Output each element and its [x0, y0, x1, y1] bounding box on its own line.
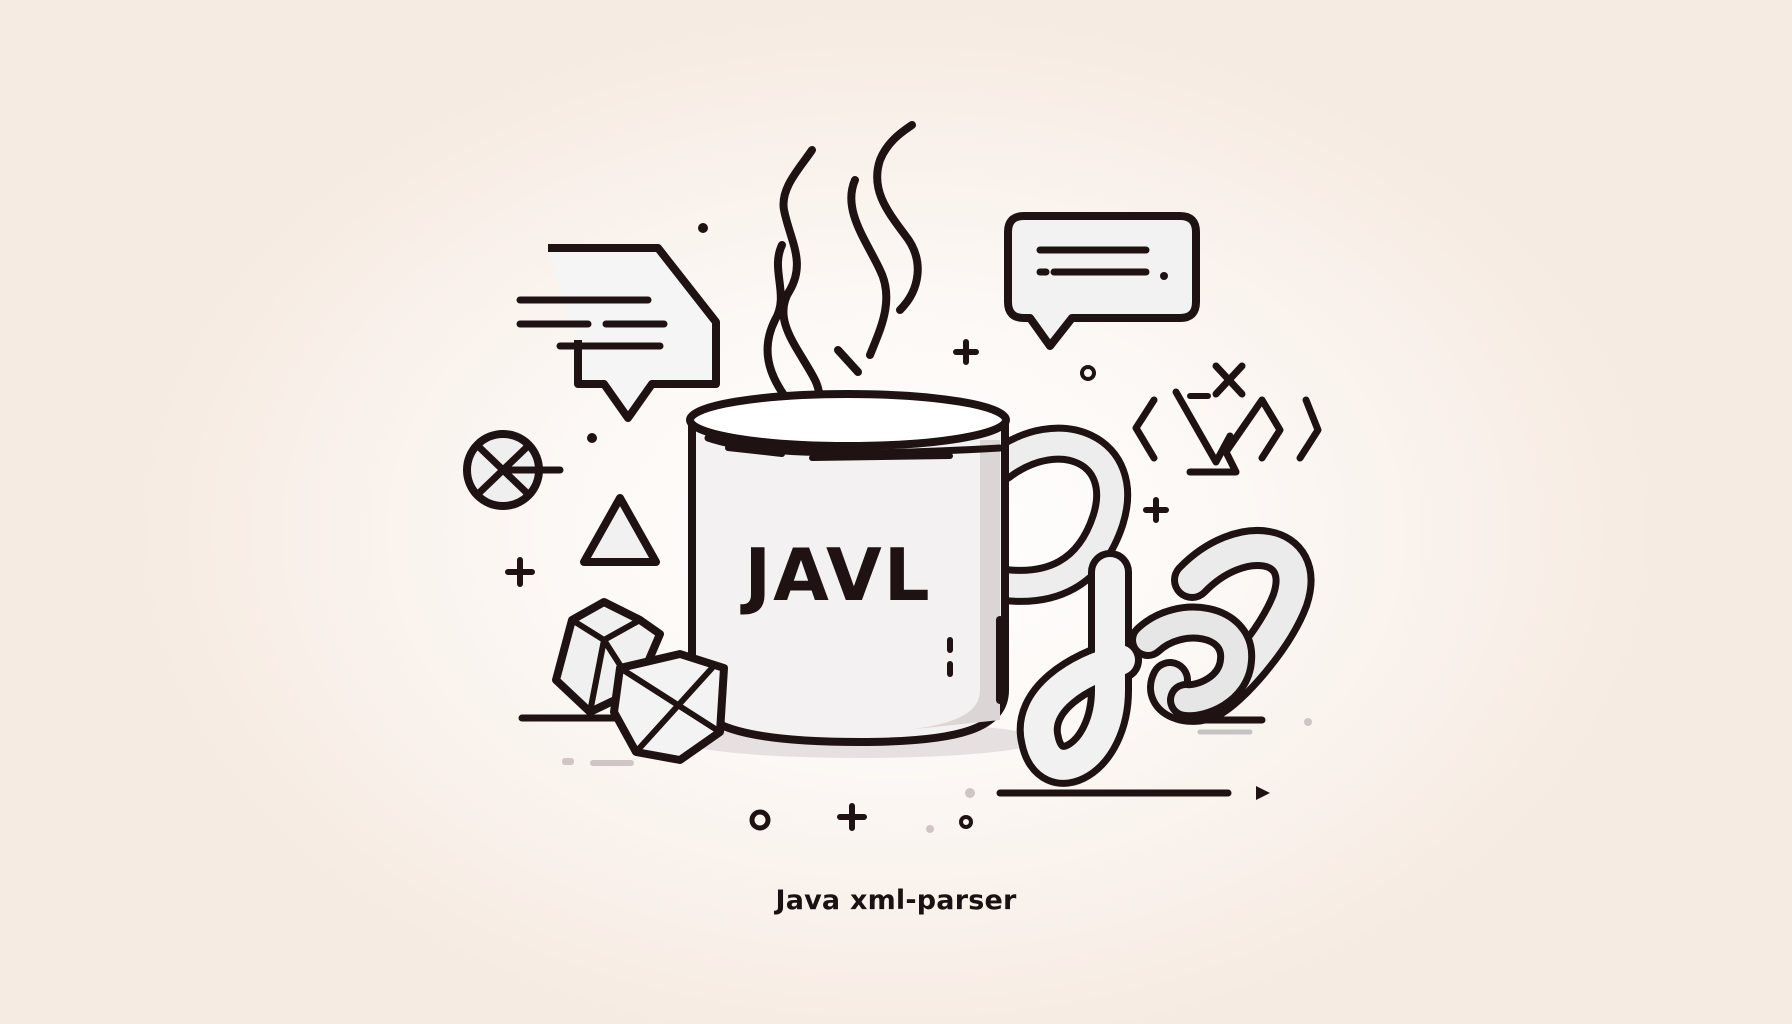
speech-bubble-icon	[516, 244, 720, 422]
mug-label: JAVL	[739, 533, 931, 617]
code-brackets-icon	[1132, 362, 1322, 476]
triangle-icon	[580, 494, 660, 566]
pie-icon	[463, 430, 564, 510]
illustration: JAVL	[463, 121, 1322, 833]
chat-bubble-icon	[1004, 212, 1200, 350]
caption: Java xml-parser	[775, 885, 1017, 916]
